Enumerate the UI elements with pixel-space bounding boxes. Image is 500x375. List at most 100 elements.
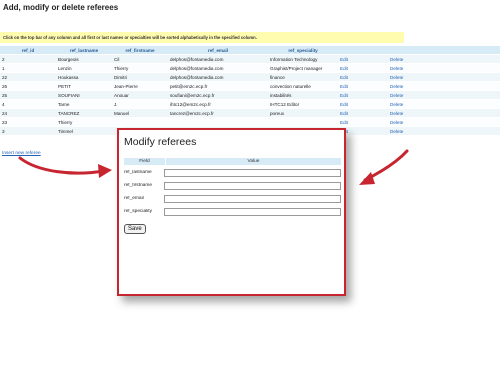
delete-link[interactable]: Delete <box>388 118 500 126</box>
left-arrow-icon <box>18 156 112 178</box>
table-row: 23 Thierry Edit Delete <box>0 118 500 126</box>
cell-ref-id: 2 <box>0 55 56 63</box>
delete-link[interactable]: Delete <box>388 100 500 108</box>
cell-ref-email <box>168 118 268 126</box>
column-header-ref-firstname[interactable]: ref_firstname <box>112 46 168 54</box>
cell-ref-speciality: poreux <box>268 109 338 117</box>
page-title: Add, modify or delete referees <box>3 3 119 12</box>
form-header-row: Field Value <box>124 158 341 165</box>
right-arrow-icon <box>359 149 409 185</box>
table-header-row: ref_id ref_lastname ref_firstname ref_em… <box>0 46 500 54</box>
table-body: 2 Bourgeois Cil delphos@fontamedia.com Infor… <box>0 55 500 135</box>
edit-link[interactable]: Edit <box>338 73 388 81</box>
referees-table: ref_id ref_lastname ref_firstname ref_em… <box>0 45 500 136</box>
value-column-header: Value <box>166 158 341 165</box>
column-header-ref-id[interactable]: ref_id <box>0 46 56 54</box>
cell-ref-firstname: Manuel <box>112 109 168 117</box>
cell-ref-lastname: Lenzin <box>56 64 112 72</box>
edit-link[interactable]: Edit <box>338 82 388 90</box>
form-row-email: ref_email <box>124 193 341 204</box>
column-header-ref-email[interactable]: ref_email <box>168 46 268 54</box>
column-header-delete <box>388 46 500 54</box>
email-label: ref_email <box>124 196 144 201</box>
delete-link[interactable]: Delete <box>388 73 500 81</box>
speciality-input[interactable] <box>164 207 341 216</box>
cell-ref-firstname: Thierry <box>112 64 168 72</box>
firstname-input[interactable] <box>164 181 341 190</box>
cell-ref-id: 3 <box>0 127 56 135</box>
cell-ref-lastname: TANCREZ <box>56 109 112 117</box>
cell-ref-lastname: Thierry <box>56 118 112 126</box>
cell-ref-firstname: Cil <box>112 55 168 63</box>
firstname-label: ref_firstname <box>124 183 152 188</box>
cell-ref-email: delphos@fontamedia.com <box>168 55 268 63</box>
cell-ref-lastname: Tarne <box>56 100 112 108</box>
cell-ref-email: ihtc12@em2c.ecp.fr <box>168 100 268 108</box>
save-button[interactable]: Save <box>124 224 146 234</box>
cell-ref-firstname: Dimitri <box>112 73 168 81</box>
cell-ref-speciality: IHTC12 Editor <box>268 100 338 108</box>
cell-ref-id: 25 <box>0 91 56 99</box>
delete-link[interactable]: Delete <box>388 64 500 72</box>
cell-ref-firstname: Anouar <box>112 91 168 99</box>
cell-ref-lastname: Timmel <box>56 127 112 135</box>
cell-ref-lastname: SOUFIANI <box>56 91 112 99</box>
table-row: 2 Bourgeois Cil delphos@fontamedia.com Infor… <box>0 55 500 63</box>
cell-ref-email: delphos@fontamedia.com <box>168 73 268 81</box>
delete-link[interactable]: Delete <box>388 82 500 90</box>
cell-ref-speciality: instabilités <box>268 91 338 99</box>
table-row: 24 TANCREZ Manuel tancrez@em2c.ecp.fr poreux… <box>0 109 500 117</box>
cell-ref-email: tancrez@em2c.ecp.fr <box>168 109 268 117</box>
table-row: 1 Lenzin Thierry delphos@fontamedia.com Grap… <box>0 64 500 72</box>
cell-ref-lastname: PETIT <box>56 82 112 90</box>
modify-referee-form: Field Value ref_lastname ref_firstname r… <box>124 158 341 235</box>
cell-ref-firstname: Jean-Pierre <box>112 82 168 90</box>
modify-referees-dialog: Modify referees Field Value ref_lastname… <box>117 128 346 296</box>
edit-link[interactable]: Edit <box>338 109 388 117</box>
edit-link[interactable]: Edit <box>338 91 388 99</box>
cell-ref-speciality: finance <box>268 73 338 81</box>
speciality-label: ref_speciality <box>124 209 152 214</box>
delete-link[interactable]: Delete <box>388 109 500 117</box>
cell-ref-email: soufiani@em2c.ecp.fr <box>168 91 268 99</box>
table-row: 25 SOUFIANI Anouar soufiani@em2c.ecp.fr inst… <box>0 91 500 99</box>
cell-ref-id: 4 <box>0 100 56 108</box>
cell-ref-id: 24 <box>0 109 56 117</box>
cell-ref-speciality: convection naturelle <box>268 82 338 90</box>
email-input[interactable] <box>164 194 341 203</box>
cell-ref-firstname <box>112 118 168 126</box>
edit-link[interactable]: Edit <box>338 118 388 126</box>
form-row-firstname: ref_firstname <box>124 180 341 191</box>
edit-link[interactable]: Edit <box>338 64 388 72</box>
cell-ref-lastname: Bourgeois <box>56 55 112 63</box>
cell-ref-id: 22 <box>0 73 56 81</box>
form-row-speciality: ref_speciality <box>124 206 341 217</box>
delete-link[interactable]: Delete <box>388 127 500 135</box>
cell-ref-speciality: Graphist/Project manager <box>268 64 338 72</box>
column-header-ref-lastname[interactable]: ref_lastname <box>56 46 112 54</box>
cell-ref-id: 23 <box>0 118 56 126</box>
cell-ref-speciality <box>268 118 338 126</box>
cell-ref-speciality: Information Technology <box>268 55 338 63</box>
column-header-ref-speciality[interactable]: ref_speciality <box>268 46 338 54</box>
field-column-header: Field <box>124 158 165 165</box>
cell-ref-id: 26 <box>0 82 56 90</box>
lastname-label: ref_lastname <box>124 170 152 175</box>
sort-hint: Click on the top bar of any column and a… <box>0 32 404 43</box>
edit-link[interactable]: Edit <box>338 100 388 108</box>
cell-ref-email: delphos@fontamedia.com <box>168 64 268 72</box>
form-row-lastname: ref_lastname <box>124 167 341 178</box>
table-row: 26 PETIT Jean-Pierre petit@em2c.ecp.fr conve… <box>0 82 500 90</box>
table-row: 22 Houkassa Dimitri delphos@fontamedia.com f… <box>0 73 500 81</box>
cell-ref-id: 1 <box>0 64 56 72</box>
cell-ref-lastname: Houkassa <box>56 73 112 81</box>
dialog-title: Modify referees <box>124 136 197 148</box>
column-header-edit <box>338 46 388 54</box>
lastname-input[interactable] <box>164 168 341 177</box>
table-row: 4 Tarne J. ihtc12@em2c.ecp.fr IHTC12 Editor E… <box>0 100 500 108</box>
edit-link[interactable]: Edit <box>338 55 388 63</box>
delete-link[interactable]: Delete <box>388 91 500 99</box>
delete-link[interactable]: Delete <box>388 55 500 63</box>
cell-ref-email: petit@em2c.ecp.fr <box>168 82 268 90</box>
cell-ref-firstname: J. <box>112 100 168 108</box>
